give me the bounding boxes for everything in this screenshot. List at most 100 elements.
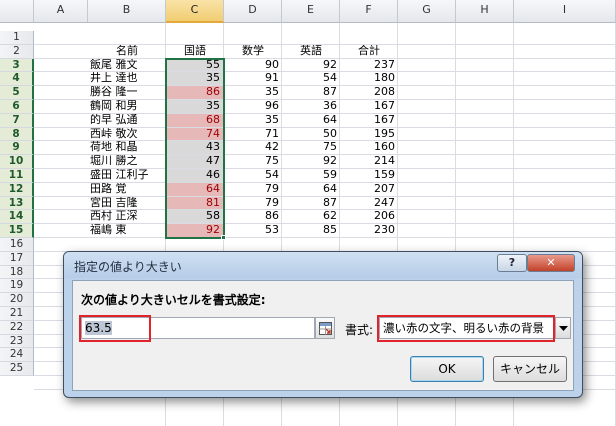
english-cell[interactable]: 85	[282, 224, 340, 237]
math-cell[interactable]: 35	[224, 86, 282, 99]
total-cell[interactable]: 167	[340, 114, 398, 127]
close-button[interactable]: ✕	[527, 254, 575, 272]
math-cell[interactable]: 35	[224, 114, 282, 127]
header-japanese[interactable]: 国語	[166, 45, 224, 58]
math-cell[interactable]: 96	[224, 100, 282, 113]
row-header-14[interactable]: 14	[0, 210, 34, 225]
row-header-18[interactable]: 18	[0, 265, 34, 280]
math-cell[interactable]: 54	[224, 169, 282, 182]
english-cell[interactable]: 92	[282, 155, 340, 168]
total-cell[interactable]: 247	[340, 197, 398, 210]
english-cell[interactable]: 50	[282, 128, 340, 141]
math-cell[interactable]: 91	[224, 72, 282, 85]
name-cell[interactable]: 盛田 江利子	[88, 169, 166, 182]
total-cell[interactable]: 180	[340, 72, 398, 85]
name-cell[interactable]: 宮田 吉隆	[88, 197, 166, 210]
row-header-22[interactable]: 22	[0, 320, 34, 335]
range-select-button[interactable]	[315, 317, 335, 339]
english-cell[interactable]: 54	[282, 72, 340, 85]
math-cell[interactable]: 90	[224, 59, 282, 72]
row-header-11[interactable]: 11	[0, 169, 34, 183]
english-cell[interactable]: 87	[282, 86, 340, 99]
row-header-3[interactable]: 3	[0, 58, 34, 73]
column-header-d[interactable]: D	[224, 0, 282, 23]
name-cell[interactable]: 堀川 勝之	[88, 155, 166, 168]
row-header-6[interactable]: 6	[0, 100, 34, 114]
name-cell[interactable]: 福嶋 東	[88, 224, 166, 237]
total-cell[interactable]: 159	[340, 169, 398, 182]
row-header-19[interactable]: 19	[0, 279, 34, 294]
math-cell[interactable]: 42	[224, 141, 282, 154]
row-header-16[interactable]: 16	[0, 238, 34, 252]
name-cell[interactable]: 荷地 和晶	[88, 141, 166, 154]
name-cell[interactable]: 勝谷 隆一	[88, 86, 166, 99]
total-cell[interactable]: 160	[340, 141, 398, 154]
row-header-17[interactable]: 17	[0, 251, 34, 266]
cancel-button[interactable]: キャンセル	[493, 356, 567, 382]
header-math[interactable]: 数学	[224, 45, 282, 58]
total-cell[interactable]: 207	[340, 183, 398, 196]
header-total[interactable]: 合計	[340, 45, 398, 58]
total-cell[interactable]: 206	[340, 210, 398, 223]
row-header-23[interactable]: 23	[0, 334, 34, 349]
column-header-h[interactable]: H	[456, 0, 514, 23]
column-header-g[interactable]: G	[398, 0, 456, 23]
row-header-25[interactable]: 25	[0, 362, 34, 376]
total-cell[interactable]: 195	[340, 128, 398, 141]
total-cell[interactable]: 208	[340, 86, 398, 99]
row-header-4[interactable]: 4	[0, 72, 34, 87]
row-header-1[interactable]: 1	[0, 31, 34, 45]
format-dropdown-button[interactable]	[555, 317, 571, 339]
row-header-8[interactable]: 8	[0, 127, 34, 142]
select-all-corner[interactable]	[0, 0, 34, 23]
english-cell[interactable]: 92	[282, 59, 340, 72]
name-cell[interactable]: 西峠 敬次	[88, 128, 166, 141]
column-header-a[interactable]: A	[34, 0, 88, 23]
row-header-21[interactable]: 21	[0, 307, 34, 321]
name-cell[interactable]: 鶴岡 和男	[88, 100, 166, 113]
total-cell[interactable]: 230	[340, 224, 398, 237]
row-header-2[interactable]: 2	[0, 44, 34, 59]
math-cell[interactable]: 71	[224, 128, 282, 141]
math-cell[interactable]: 53	[224, 224, 282, 237]
english-cell[interactable]: 62	[282, 210, 340, 223]
selected-range[interactable]	[165, 57, 225, 239]
column-header-b[interactable]: B	[88, 0, 166, 23]
english-cell[interactable]: 64	[282, 114, 340, 127]
header-english[interactable]: 英語	[282, 45, 340, 58]
english-cell[interactable]: 75	[282, 141, 340, 154]
name-cell[interactable]: 西村 正深	[88, 210, 166, 223]
math-cell[interactable]: 79	[224, 183, 282, 196]
name-cell[interactable]: 飯尾 雅文	[88, 59, 166, 72]
english-cell[interactable]: 87	[282, 197, 340, 210]
row-header-24[interactable]: 24	[0, 348, 34, 363]
row-header-7[interactable]: 7	[0, 113, 34, 128]
column-header-f[interactable]: F	[340, 0, 398, 23]
row-header-5[interactable]: 5	[0, 86, 34, 100]
english-cell[interactable]: 59	[282, 169, 340, 182]
name-cell[interactable]: 井上 達也	[88, 72, 166, 85]
column-header-i[interactable]: I	[514, 0, 616, 23]
column-header-e[interactable]: E	[282, 0, 340, 23]
english-cell[interactable]: 64	[282, 183, 340, 196]
english-cell[interactable]: 36	[282, 100, 340, 113]
name-cell[interactable]: 的早 弘通	[88, 114, 166, 127]
fill-handle[interactable]	[221, 235, 226, 240]
column-header-c[interactable]: C	[166, 0, 224, 23]
math-cell[interactable]: 75	[224, 155, 282, 168]
row-header-13[interactable]: 13	[0, 196, 34, 211]
header-name[interactable]: 名前	[88, 45, 166, 58]
ok-button[interactable]: OK	[410, 356, 484, 382]
row-header-20[interactable]: 20	[0, 293, 34, 307]
row-header-10[interactable]: 10	[0, 155, 34, 169]
dialog-titlebar[interactable]: 指定の値より大きい ? ✕	[64, 252, 582, 278]
total-cell[interactable]: 214	[340, 155, 398, 168]
row-header-12[interactable]: 12	[0, 182, 34, 197]
math-cell[interactable]: 86	[224, 210, 282, 223]
total-cell[interactable]: 167	[340, 100, 398, 113]
name-cell[interactable]: 田路 覚	[88, 183, 166, 196]
help-button[interactable]: ?	[497, 254, 527, 272]
math-cell[interactable]: 79	[224, 197, 282, 210]
total-cell[interactable]: 237	[340, 59, 398, 72]
row-header-9[interactable]: 9	[0, 141, 34, 156]
